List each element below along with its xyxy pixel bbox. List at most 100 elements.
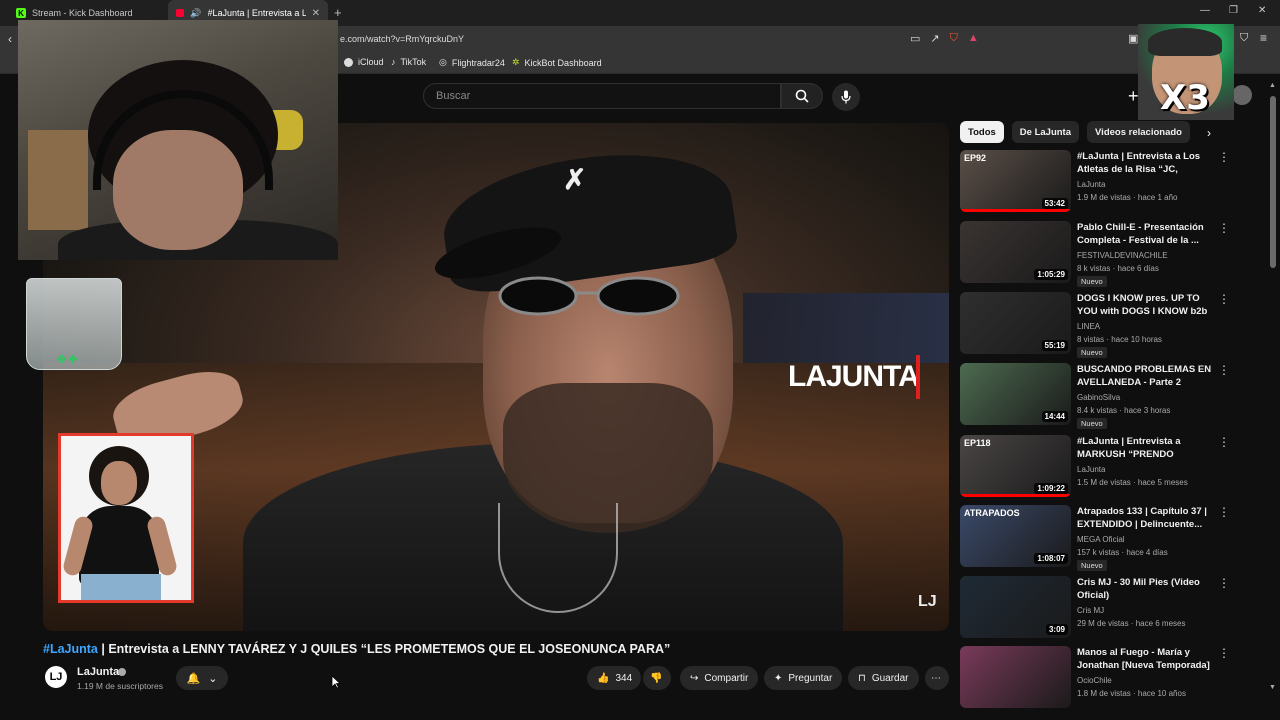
video-thumbnail[interactable]: 14:44 — [960, 363, 1071, 425]
like-button[interactable]: 👍 344 — [587, 666, 641, 690]
chevron-right-icon[interactable]: › — [1207, 126, 1211, 140]
laugh-reaction-overlay: X3 — [1138, 24, 1234, 120]
video-thumbnail[interactable]: EP118 1:09:22 — [960, 435, 1071, 497]
bookmark-icon: ⊓ — [858, 672, 866, 684]
recommended-channel[interactable]: MEGA Oficial — [1077, 535, 1125, 544]
channel-avatar[interactable]: LJ — [45, 666, 67, 688]
more-vert-icon[interactable]: ⋮ — [1218, 221, 1230, 235]
recommended-video[interactable]: 3:09 Cris MJ - 30 Mil Pies (Video Oficia… — [960, 576, 1260, 640]
recommended-channel[interactable]: Cris MJ — [1077, 606, 1104, 615]
recommended-channel[interactable]: GabinoSilva — [1077, 393, 1120, 402]
create-icon[interactable]: + — [1128, 86, 1139, 107]
search-input[interactable]: Buscar — [423, 83, 781, 109]
more-vert-icon[interactable]: ⋮ — [1218, 363, 1230, 377]
video-thumbnail[interactable] — [960, 646, 1071, 708]
voice-search-button[interactable] — [832, 83, 860, 111]
search-icon — [795, 89, 809, 103]
share-button[interactable]: ↪ Compartir — [680, 666, 759, 690]
video-title: #LaJunta | Entrevista a LENNY TAVÁREZ Y … — [43, 642, 670, 656]
video-thumbnail[interactable]: ATRAPADOS 1:08:07 — [960, 505, 1071, 567]
recommended-video[interactable]: EP118 1:09:22 #LaJunta | Entrevista a MAR… — [960, 435, 1260, 499]
recommended-title[interactable]: Manos al Fuego - María y Jonathan [Nueva… — [1077, 646, 1217, 673]
screenshot-icon[interactable]: ▣ — [1128, 32, 1138, 45]
more-actions-button[interactable]: ⋯ — [925, 666, 949, 690]
video-dj-equipment — [743, 293, 949, 363]
channel-name[interactable]: LaJunta — [77, 666, 119, 678]
recommended-title[interactable]: #LaJunta | Entrevista a Los Atletas de l… — [1077, 150, 1217, 177]
video-sunglasses — [498, 276, 680, 316]
more-vert-icon[interactable]: ⋮ — [1218, 505, 1230, 519]
kick-icon: K — [16, 8, 26, 18]
duration-badge: 1:09:22 — [1034, 483, 1068, 494]
recommended-title[interactable]: Atrapados 133 | Capítulo 37 | EXTENDIDO … — [1077, 505, 1217, 531]
recommended-channel[interactable]: LaJunta — [1077, 465, 1105, 474]
back-icon[interactable]: ‹ — [8, 32, 12, 46]
scroll-up-icon[interactable]: ▲ — [1269, 82, 1276, 89]
save-button[interactable]: ⊓ Guardar — [848, 666, 919, 690]
recommended-title[interactable]: #LaJunta | Entrevista a MARKUSH “PRENDO … — [1077, 435, 1217, 462]
recommended-title[interactable]: Pablo Chill-E - Presentación Completa - … — [1077, 221, 1217, 247]
minimize-icon[interactable]: — — [1200, 5, 1210, 16]
recommended-channel[interactable]: LaJunta — [1077, 180, 1105, 189]
more-vert-icon[interactable]: ⋮ — [1218, 435, 1230, 449]
vpn-icon[interactable]: ⛉ — [1240, 32, 1248, 45]
scroll-down-icon[interactable]: ▼ — [1269, 684, 1276, 691]
more-vert-icon[interactable]: ⋮ — [1218, 292, 1230, 306]
more-vert-icon[interactable]: ⋮ — [1218, 646, 1230, 660]
url-field[interactable]: e.com/watch?v=RmYqrckuDnY — [340, 34, 464, 44]
rewards-icon[interactable]: ▲ — [968, 32, 979, 45]
maximize-icon[interactable]: ❐ — [1229, 5, 1238, 16]
dislike-button[interactable]: 👎 — [643, 666, 671, 690]
chevron-down-icon: ⌄ — [208, 672, 218, 685]
recommended-video[interactable]: 55:19 DOGS I KNOW pres. UP TO YOU with D… — [960, 292, 1260, 358]
video-hashtag[interactable]: #LaJunta — [43, 642, 98, 656]
bookmark-flightradar[interactable]: ◎ Flightradar24 — [439, 57, 505, 68]
bookmark-kickbot[interactable]: ✲ KickBot Dashboard — [512, 57, 602, 68]
duration-badge: 53:42 — [1041, 198, 1068, 209]
new-tab-icon[interactable]: + — [334, 5, 342, 20]
address-actions: ▭ ↗ ⛉ ▲ — [910, 32, 979, 45]
more-icon: ⋯ — [931, 672, 941, 684]
more-vert-icon[interactable]: ⋮ — [1218, 150, 1230, 164]
kickbot-icon: ✲ — [512, 57, 520, 67]
recommended-video[interactable]: ATRAPADOS 1:08:07 Atrapados 133 | Capítul… — [960, 505, 1260, 571]
recommended-video[interactable]: Manos al Fuego - María y Jonathan [Nueva… — [960, 646, 1260, 710]
ask-button[interactable]: ✦ Preguntar — [764, 666, 843, 690]
bookmark-tiktok[interactable]: ♪ TikTok — [391, 57, 426, 67]
chip-from-channel[interactable]: De LaJunta — [1011, 121, 1080, 143]
recommended-channel[interactable]: OcioChile — [1077, 676, 1112, 685]
menu-icon[interactable]: ≡ — [1260, 31, 1267, 45]
video-thumbnail[interactable]: EP92 53:42 — [960, 150, 1071, 212]
recommended-video[interactable]: 14:44 BUSCANDO PROBLEMAS EN AVELLANEDA -… — [960, 363, 1260, 429]
recommended-channel[interactable]: FESTIVALDEVINACHILE — [1077, 251, 1168, 260]
bookmark-icloud[interactable]: iCloud — [344, 57, 384, 67]
share-page-icon[interactable]: ↗ — [930, 32, 939, 45]
video-corner-logo: LJ — [918, 593, 937, 610]
brave-shield-icon[interactable]: ⛉ — [950, 32, 958, 45]
bookmark-label: TikTok — [400, 57, 427, 67]
search-button[interactable] — [781, 83, 823, 109]
close-window-icon[interactable]: ✕ — [1258, 5, 1266, 16]
recommended-title[interactable]: BUSCANDO PROBLEMAS EN AVELLANEDA - Parte… — [1077, 363, 1217, 389]
recommended-channel[interactable]: LINEA — [1077, 322, 1100, 331]
video-thumbnail[interactable]: 1:05:29 — [960, 221, 1071, 283]
chip-related[interactable]: Videos relacionado — [1087, 121, 1190, 143]
more-vert-icon[interactable]: ⋮ — [1218, 576, 1230, 590]
recommended-video[interactable]: EP92 53:42 #LaJunta | Entrevista a Los At… — [960, 150, 1260, 214]
cap-logo: ✗ — [563, 163, 587, 196]
scrollbar[interactable] — [1270, 96, 1276, 268]
chip-all[interactable]: Todos — [960, 121, 1004, 143]
video-thumbnail[interactable]: 55:19 — [960, 292, 1071, 354]
tab-title: Stream - Kick Dashboard — [32, 8, 133, 18]
recommended-title[interactable]: Cris MJ - 30 Mil Pies (Video Oficial) — [1077, 576, 1217, 602]
close-tab-icon[interactable]: ✕ — [312, 8, 320, 19]
recommended-title[interactable]: DOGS I KNOW pres. UP TO YOU with DOGS I … — [1077, 292, 1217, 319]
account-avatar[interactable] — [1232, 85, 1252, 105]
sign-interpreter-overlay — [58, 433, 194, 603]
video-thumbnail[interactable]: 3:09 — [960, 576, 1071, 638]
new-badge: Nuevo — [1077, 418, 1107, 429]
recommended-video[interactable]: 1:05:29 Pablo Chill-E - Presentación Com… — [960, 221, 1260, 287]
notification-bell-button[interactable]: 🔔 ⌄ — [176, 666, 228, 690]
thumbnail-label: EP92 — [964, 153, 987, 163]
cast-icon[interactable]: ▭ — [910, 32, 920, 45]
